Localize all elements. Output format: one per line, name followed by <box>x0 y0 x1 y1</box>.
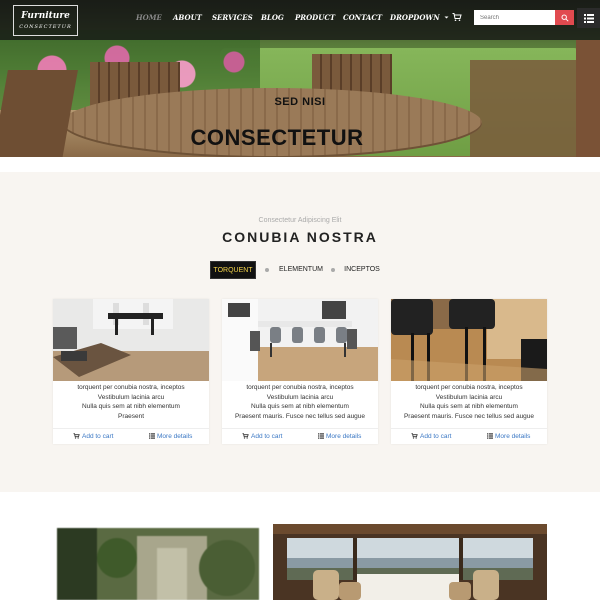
list-icon <box>318 433 324 439</box>
product-tabs: TORQUENT ELEMENTUM INCEPTOS <box>0 261 600 279</box>
nav-item-dropdown[interactable]: DROPDOWN <box>390 13 449 22</box>
grid-menu-icon <box>583 13 594 23</box>
desc-line: Nulla quis sem at nibh elementum <box>82 403 180 410</box>
product-image[interactable] <box>53 299 209 381</box>
blurred-garden-photo <box>57 528 259 600</box>
section-title: CONUBIA NOSTRA <box>222 229 378 245</box>
cart-icon <box>411 433 418 439</box>
hero-subtitle: SED NISI <box>274 96 326 108</box>
nav-item-home[interactable]: HOME <box>136 13 162 22</box>
section-kicker: Consectetur Adipiscing Elit <box>258 217 342 224</box>
gallery-image-garden[interactable] <box>57 528 259 600</box>
product-description: torquent per conubia nostra, inceptos Ve… <box>57 383 205 421</box>
tab-separator-dot <box>265 268 269 272</box>
living-room-photo <box>53 299 209 381</box>
add-to-cart-button[interactable]: Add to cart <box>411 433 451 440</box>
add-to-cart-button[interactable]: Add to cart <box>242 433 282 440</box>
desc-line: Praesent mauris. Fusce nec tellus sed au… <box>234 412 366 420</box>
card-footer: Add to cart More details <box>222 428 378 444</box>
add-to-cart-label: Add to cart <box>420 433 452 440</box>
list-icon <box>149 433 155 439</box>
tab-torquent[interactable]: TORQUENT <box>210 261 256 279</box>
cart-icon <box>242 433 249 439</box>
desc-line: Vestibulum lacinia arcu <box>435 393 503 401</box>
desc-line: Vestibulum lacinia arcu <box>97 393 165 401</box>
product-description: torquent per conubia nostra, inceptos Ve… <box>226 383 374 421</box>
navbar: Furniture CONSECTETUR HOME ABOUT SERVICE… <box>0 0 600 40</box>
search-input[interactable] <box>474 10 555 25</box>
product-image[interactable] <box>222 299 378 381</box>
menu-toggle-button[interactable] <box>577 8 600 28</box>
desc-line: Vestibulum lacinia arcu <box>266 393 334 401</box>
desc-line: Nulla quis sem at nibh elementum <box>251 403 349 410</box>
nav-item-blog[interactable]: BLOG <box>261 13 284 22</box>
bar-stools-photo <box>391 299 547 381</box>
desc-line: torquent per conubia nostra, inceptos <box>77 384 185 391</box>
desc-line: Praesent <box>117 412 145 420</box>
desc-line: Nulla quis sem at nibh elementum <box>420 403 518 410</box>
product-image[interactable] <box>391 299 547 381</box>
search-button[interactable] <box>555 10 574 25</box>
dining-view-photo <box>273 524 547 600</box>
desc-line: torquent per conubia nostra, inceptos <box>246 384 354 391</box>
desc-line: Praesent mauris. Fusce nec tellus sed au… <box>403 412 535 420</box>
more-details-button[interactable]: More details <box>149 433 192 440</box>
dropdown-label: DROPDOWN <box>390 13 440 22</box>
add-to-cart-button[interactable]: Add to cart <box>73 433 113 440</box>
products-section: Consectetur Adipiscing Elit CONUBIA NOST… <box>0 172 600 492</box>
card-footer: Add to cart More details <box>391 428 547 444</box>
product-card: torquent per conubia nostra, inceptos Ve… <box>391 299 547 444</box>
add-to-cart-label: Add to cart <box>82 433 114 440</box>
logo-tagline: CONSECTETUR <box>19 24 72 30</box>
dining-room-photo <box>222 299 378 381</box>
nav-item-product[interactable]: PRODUCT <box>295 13 335 22</box>
product-description: torquent per conubia nostra, inceptos Ve… <box>395 383 543 421</box>
card-footer: Add to cart More details <box>53 428 209 444</box>
add-to-cart-label: Add to cart <box>251 433 283 440</box>
site-logo[interactable]: Furniture CONSECTETUR <box>13 5 78 36</box>
product-card: torquent per conubia nostra, inceptos Ve… <box>53 299 209 444</box>
caret-down-icon <box>444 16 449 19</box>
desc-line: torquent per conubia nostra, inceptos <box>415 384 523 391</box>
product-card: torquent per conubia nostra, inceptos Ve… <box>222 299 378 444</box>
logo-title: Furniture <box>21 11 70 21</box>
hero-title: CONSECTETUR <box>190 125 364 150</box>
tab-elementum[interactable]: ELEMENTUM <box>276 261 326 279</box>
cart-icon <box>73 433 80 439</box>
gallery-image-dining[interactable] <box>273 524 547 600</box>
more-details-button[interactable]: More details <box>487 433 530 440</box>
search-icon <box>561 14 569 22</box>
more-details-label: More details <box>326 433 362 440</box>
cart-icon[interactable] <box>452 12 462 22</box>
more-details-button[interactable]: More details <box>318 433 361 440</box>
list-icon <box>487 433 493 439</box>
more-details-label: More details <box>495 433 531 440</box>
nav-item-contact[interactable]: CONTACT <box>343 13 382 22</box>
nav-item-services[interactable]: SERVICES <box>212 13 253 22</box>
more-details-label: More details <box>157 433 193 440</box>
tab-inceptos[interactable]: INCEPTOS <box>342 261 382 279</box>
tab-separator-dot <box>331 268 335 272</box>
nav-item-about[interactable]: ABOUT <box>173 13 202 22</box>
